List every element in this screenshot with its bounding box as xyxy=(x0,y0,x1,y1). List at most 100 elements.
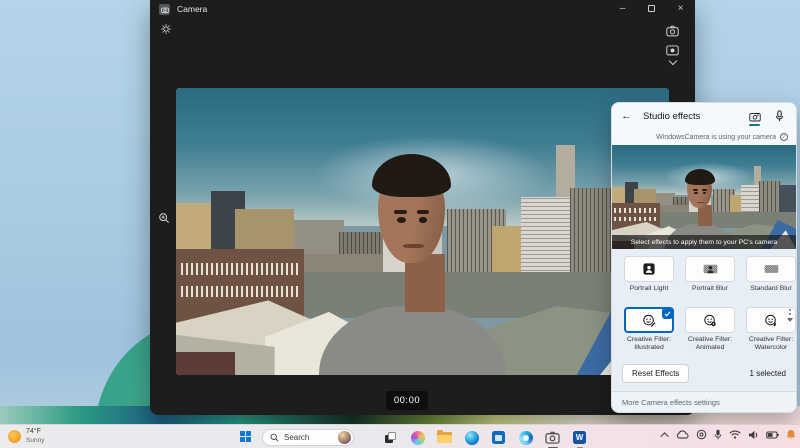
back-button[interactable]: ← xyxy=(621,110,635,122)
active-tab-underline xyxy=(749,124,760,126)
portrait-blur-icon xyxy=(703,263,718,275)
standard-blur-icon xyxy=(764,263,779,275)
creative-filter-animated-icon xyxy=(703,314,717,327)
tray-volume[interactable] xyxy=(748,430,759,440)
task-view-icon xyxy=(383,430,398,445)
camera-settings-button[interactable] xyxy=(158,21,174,37)
creative-filter-illustrated-button[interactable] xyxy=(624,307,674,333)
tray-wifi[interactable] xyxy=(729,430,741,439)
tray-battery[interactable] xyxy=(766,431,779,439)
sun-icon xyxy=(8,430,21,443)
tray-onedrive[interactable] xyxy=(676,430,689,439)
camera-taskbar-icon xyxy=(545,431,560,444)
store-icon xyxy=(492,431,505,444)
microphone-icon xyxy=(775,110,784,122)
tray-microphone[interactable] xyxy=(714,429,722,440)
camera-app-icon xyxy=(159,4,170,15)
maximize-button[interactable] xyxy=(637,0,666,17)
update-circle-icon xyxy=(696,429,707,440)
scrollbar[interactable] xyxy=(787,309,793,322)
effect-label: Portrait Blur xyxy=(683,285,737,301)
weather-temp: 74°F xyxy=(26,427,44,436)
camera-viewfinder xyxy=(176,88,669,375)
taskbar-item-camera[interactable] xyxy=(544,429,561,446)
usage-note: WindowsCamera is using your camera xyxy=(656,134,776,141)
window-title: Camera xyxy=(177,4,207,14)
start-button[interactable] xyxy=(240,431,252,443)
search-highlight-icon xyxy=(338,431,351,444)
weather-condition: Sunny xyxy=(26,436,44,445)
battery-icon xyxy=(766,431,779,439)
info-icon[interactable]: i xyxy=(780,133,788,141)
effects-list: Portrait Light Portrait Blur Standard Bl… xyxy=(612,249,796,358)
portrait-light-icon xyxy=(642,263,656,275)
photo-mode-button[interactable] xyxy=(666,44,679,64)
camera-tab[interactable] xyxy=(747,106,763,126)
scroll-down-icon xyxy=(787,318,793,322)
taskbar-item-photos[interactable] xyxy=(517,429,534,446)
camera-feed-scene xyxy=(612,145,796,249)
search-icon xyxy=(270,433,279,442)
taskbar-item-word[interactable]: W xyxy=(571,429,588,446)
cloud-icon xyxy=(676,430,689,439)
taskbar-item-task-view[interactable] xyxy=(382,429,399,446)
more-camera-effects-settings-link[interactable]: More Camera effects settings xyxy=(612,392,796,412)
taskbar-item-copilot[interactable] xyxy=(409,429,426,446)
selected-count: 1 selected xyxy=(750,369,786,378)
taskbar-item-edge[interactable] xyxy=(463,429,480,446)
maximize-icon xyxy=(648,5,655,12)
camera-usage-note-row: WindowsCamera is using your camera i xyxy=(612,129,796,145)
search-placeholder: Search xyxy=(284,433,333,442)
creative-filter-animated-button[interactable] xyxy=(685,307,735,333)
portrait-light-button[interactable] xyxy=(624,256,674,282)
switch-camera-icon xyxy=(666,25,679,37)
portrait-blur-button[interactable] xyxy=(685,256,735,282)
creative-filter-illustrated-icon xyxy=(642,314,656,327)
bell-icon xyxy=(786,429,796,440)
speaker-icon xyxy=(748,430,759,440)
minimize-button[interactable]: – xyxy=(608,0,637,17)
gear-icon xyxy=(160,23,172,35)
wifi-icon xyxy=(729,430,741,439)
effect-label: Creative Filter: Animated xyxy=(683,336,737,352)
file-explorer-icon xyxy=(437,432,452,443)
effect-creative-filter-illustrated: Creative Filter: Illustrated xyxy=(622,307,676,352)
studio-effects-header: ← Studio effects xyxy=(612,103,796,129)
person-hair xyxy=(685,169,714,185)
effect-creative-filter-animated: Creative Filter: Animated xyxy=(683,307,737,352)
reset-effects-button[interactable]: Reset Effects xyxy=(622,364,689,383)
effect-label: Creative Filter: Illustrated xyxy=(622,336,676,352)
magnifier-plus-icon xyxy=(158,212,170,224)
panel-title: Studio effects xyxy=(643,111,739,122)
switch-camera-button[interactable] xyxy=(666,25,679,37)
effect-label: Creative Filter: Watercolor xyxy=(744,336,797,352)
recording-timer: 00:00 xyxy=(386,391,428,410)
desktop: Camera – × xyxy=(0,0,800,448)
effects-preview: Select effects to apply them to your PC'… xyxy=(612,145,796,249)
taskbar-item-store[interactable] xyxy=(490,429,507,446)
tray-notification-bell[interactable] xyxy=(786,429,796,440)
zoom-control-button[interactable] xyxy=(156,210,172,226)
microphone-tab[interactable] xyxy=(771,106,787,126)
chevron-up-icon xyxy=(660,432,668,440)
effect-label: Portrait Light xyxy=(622,285,676,301)
preview-caption: Select effects to apply them to your PC'… xyxy=(612,235,796,249)
tray-expand-button[interactable] xyxy=(663,432,669,438)
effect-label: Standard Blur xyxy=(744,285,797,301)
standard-blur-button[interactable] xyxy=(746,256,796,282)
taskbar: 74°F Sunny Search W xyxy=(0,424,800,448)
system-tray xyxy=(663,429,796,440)
effects-footer-row: Reset Effects 1 selected xyxy=(612,358,796,391)
tray-update[interactable] xyxy=(696,429,707,440)
copilot-icon xyxy=(411,431,425,445)
chevron-down-icon[interactable] xyxy=(668,57,676,65)
close-button[interactable]: × xyxy=(666,0,695,17)
creative-filter-watercolor-icon xyxy=(764,314,778,327)
weather-widget[interactable]: 74°F Sunny xyxy=(8,427,44,445)
taskbar-item-file-explorer[interactable] xyxy=(436,429,453,446)
person-neck xyxy=(698,205,713,226)
photos-icon xyxy=(519,431,533,445)
search-box[interactable]: Search xyxy=(262,429,354,446)
camera-icon xyxy=(749,111,761,122)
camera-feed-scene xyxy=(176,88,669,375)
